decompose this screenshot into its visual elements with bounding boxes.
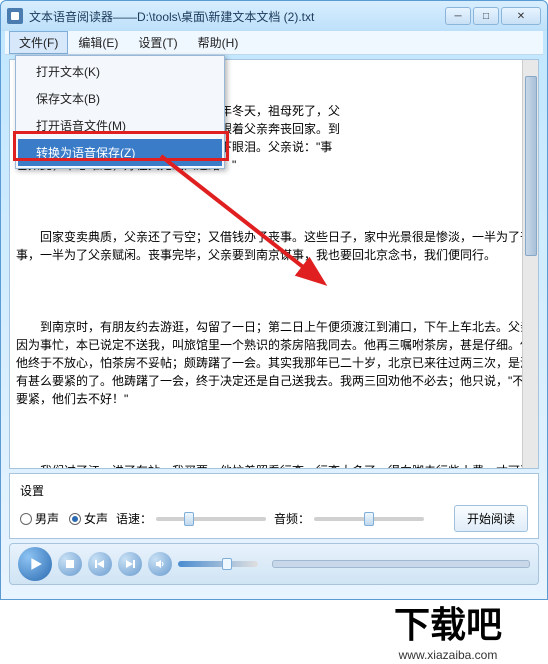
watermark: 下载吧 www.xiazaiba.com xyxy=(348,594,548,664)
file-dropdown: 打开文本(K) 保存文本(B) 打开语音文件(M) 转换为语音保存(Z) xyxy=(15,55,225,169)
radio-male-label: 男声 xyxy=(35,510,59,527)
maximize-button[interactable]: □ xyxy=(473,7,499,25)
volume-slider[interactable] xyxy=(178,561,258,567)
window-title: 文本语音阅读器——D:\tools\桌面\新建文本文档 (2).txt xyxy=(29,8,445,25)
progress-bar[interactable] xyxy=(272,560,530,568)
radio-female-label: 女声 xyxy=(84,510,108,527)
start-reading-button[interactable]: 开始阅读 xyxy=(454,505,528,532)
speed-slider[interactable] xyxy=(156,517,266,521)
player-panel xyxy=(9,543,539,585)
watermark-text: 下载吧 xyxy=(394,596,502,648)
app-window: 文本语音阅读器——D:\tools\桌面\新建文本文档 (2).txt ─ □ … xyxy=(0,0,548,600)
settings-row: 男声 女声 语速： 音频： 开始阅读 xyxy=(20,505,528,532)
minimize-button[interactable]: ─ xyxy=(445,7,471,25)
dropdown-open-text[interactable]: 打开文本(K) xyxy=(18,58,222,85)
freq-slider-group: 音频： xyxy=(274,510,424,527)
speed-slider-thumb[interactable] xyxy=(184,512,194,526)
watermark-url: www.xiazaiba.com xyxy=(399,648,498,662)
dropdown-save-as-audio[interactable]: 转换为语音保存(Z) xyxy=(18,139,222,166)
freq-slider[interactable] xyxy=(314,517,424,521)
menu-settings[interactable]: 设置(T) xyxy=(128,31,187,54)
radio-female[interactable]: 女声 xyxy=(69,510,108,527)
speed-label: 语速： xyxy=(116,510,152,527)
app-icon xyxy=(7,8,23,24)
stop-button[interactable] xyxy=(58,552,82,576)
window-controls: ─ □ ✕ xyxy=(445,7,541,25)
volume-icon[interactable] xyxy=(148,552,172,576)
paragraph-3: 到南京时，有朋友约去游逛，勾留了一日；第二日上午便须渡江到浦口，下午上车北去。父… xyxy=(16,318,532,408)
menu-help[interactable]: 帮助(H) xyxy=(188,31,249,54)
volume-slider-thumb[interactable] xyxy=(222,558,232,570)
menu-file[interactable]: 文件(F) xyxy=(9,31,68,54)
settings-panel: 设置 男声 女声 语速： 音频： xyxy=(9,473,539,539)
radio-icon-checked xyxy=(69,513,81,525)
paragraph-2: 回家变卖典质，父亲还了亏空；又借钱办了丧事。这些日子，家中光景很是惨淡，一半为了… xyxy=(16,228,532,264)
play-button[interactable] xyxy=(18,547,52,581)
radio-male[interactable]: 男声 xyxy=(20,510,59,527)
close-button[interactable]: ✕ xyxy=(501,7,541,25)
radio-icon xyxy=(20,513,32,525)
prev-button[interactable] xyxy=(88,552,112,576)
freq-slider-thumb[interactable] xyxy=(364,512,374,526)
dropdown-open-audio[interactable]: 打开语音文件(M) xyxy=(18,112,222,139)
menubar: 文件(F) 编辑(E) 设置(T) 帮助(H) xyxy=(5,31,543,55)
freq-label: 音频： xyxy=(274,510,310,527)
menu-edit[interactable]: 编辑(E) xyxy=(68,31,128,54)
dropdown-save-text[interactable]: 保存文本(B) xyxy=(18,85,222,112)
settings-group-label: 设置 xyxy=(20,482,528,499)
next-button[interactable] xyxy=(118,552,142,576)
voice-radio-group: 男声 女声 xyxy=(20,510,108,527)
speed-slider-group: 语速： xyxy=(116,510,266,527)
scrollbar-thumb[interactable] xyxy=(525,76,537,256)
paragraph-4: 我们过了江，进了车站。我买票，他忙着照看行李。行李太多了，得向脚夫行些小费，才可… xyxy=(16,462,532,469)
titlebar[interactable]: 文本语音阅读器——D:\tools\桌面\新建文本文档 (2).txt ─ □ … xyxy=(1,1,547,31)
vertical-scrollbar[interactable] xyxy=(522,60,538,468)
